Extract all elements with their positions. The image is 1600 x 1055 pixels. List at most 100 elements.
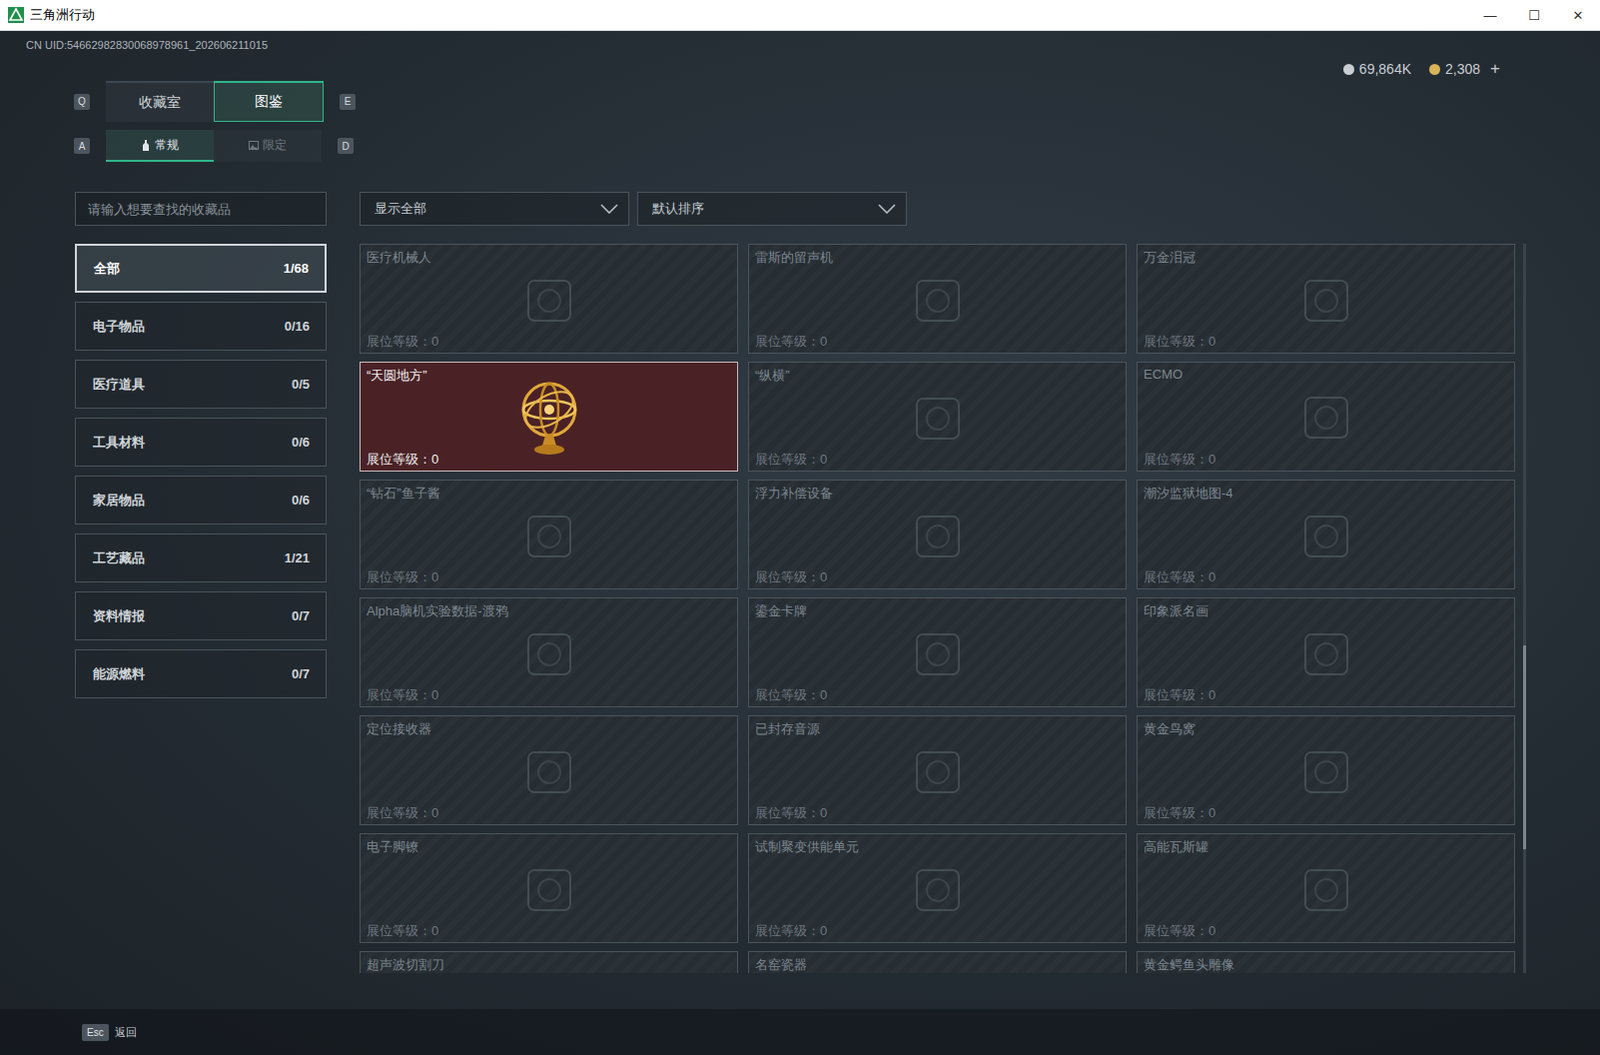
filter-dropdown[interactable]: 显示全部 (359, 191, 630, 226)
display-level: 展位等级：0 (1143, 568, 1509, 587)
back-button[interactable]: 返回 (114, 1024, 137, 1040)
item-silhouette-icon (514, 500, 585, 571)
display-level: 展位等级：0 (755, 921, 1120, 940)
chevron-down-icon (600, 203, 619, 214)
display-level: 展位等级：0 (1143, 332, 1509, 351)
category-item[interactable]: 资料情报0/7 (74, 591, 327, 641)
item-silhouette-icon (902, 264, 973, 335)
category-item[interactable]: 医疗道具0/5 (74, 359, 327, 409)
item-silhouette-icon (902, 382, 973, 453)
key-hint: Q (73, 93, 90, 110)
coin-icon (1429, 63, 1441, 75)
window-control[interactable]: — (1468, 7, 1513, 23)
display-level: 展位等级：0 (755, 686, 1120, 705)
category-item[interactable]: 电子物品0/16 (74, 301, 327, 351)
picture-icon (248, 139, 259, 151)
key-hint: Esc (81, 1023, 109, 1041)
collection-card[interactable]: “钻石”鱼子酱 展位等级：0 (359, 479, 739, 590)
sub-tab[interactable]: 常规 (105, 129, 214, 162)
display-level: 展位等级：0 (1143, 921, 1509, 940)
display-level: 展位等级：0 (366, 450, 732, 469)
collection-card[interactable]: 试制聚变供能单元 展位等级：0 (748, 832, 1127, 943)
window-control[interactable]: ✕ (1556, 7, 1600, 23)
item-silhouette-icon (1291, 500, 1362, 571)
display-level: 展位等级：0 (366, 921, 732, 940)
collection-card[interactable]: 超声波切割刀 (359, 950, 739, 973)
sub-tab[interactable]: 限定 (213, 129, 322, 162)
scrollbar[interactable] (1523, 243, 1527, 973)
item-silhouette-icon (1291, 736, 1362, 806)
category-item[interactable]: 工具材料0/6 (74, 417, 327, 467)
display-level: 展位等级：0 (1143, 803, 1509, 822)
game-area: CN UID:54662982830068978961_202606211015… (0, 30, 1600, 1055)
item-silhouette-icon (514, 736, 585, 806)
filter-dropdown[interactable]: 默认排序 (637, 191, 907, 226)
display-level: 展位等级：0 (366, 568, 732, 587)
window-control[interactable]: ☐ (1512, 7, 1557, 23)
sub-tabs: A 常规限定 D (0, 129, 1600, 162)
collection-card[interactable]: 医疗机械人 展位等级：0 (359, 243, 739, 354)
display-level: 展位等级：0 (1143, 686, 1509, 705)
item-silhouette-icon (902, 500, 973, 571)
item-silhouette-icon (1291, 264, 1362, 335)
display-level: 展位等级：0 (366, 803, 732, 822)
collection-card[interactable]: 潮汐监狱地图-4 展位等级：0 (1136, 479, 1516, 590)
item-silhouette-icon (514, 853, 585, 924)
collection-card[interactable]: 黄金鳄鱼头雕像 (1136, 950, 1516, 973)
collection-card[interactable]: 定位接收器 展位等级：0 (359, 715, 739, 825)
item-silhouette-icon (514, 618, 585, 689)
collection-card[interactable]: 电子脚镣 展位等级：0 (359, 832, 739, 943)
collection-card[interactable]: 万金泪冠 展位等级：0 (1136, 243, 1516, 354)
category-item[interactable]: 能源燃料0/7 (74, 649, 327, 699)
tab[interactable]: 收藏室 (105, 80, 214, 122)
main-tabs: Q 收藏室图鉴 E (0, 80, 1600, 122)
display-level: 展位等级：0 (366, 686, 732, 705)
category-list: 全部1/68 电子物品0/16 医疗道具0/5 工具材料0/6 家居物品0/6 工艺藏品1… (74, 243, 327, 699)
key-hint: D (337, 137, 354, 154)
collection-card[interactable]: 印象派名画 展位等级：0 (1136, 597, 1516, 708)
display-level: 展位等级：0 (366, 332, 732, 351)
display-level: 展位等级：0 (755, 803, 1120, 822)
display-level: 展位等级：0 (1143, 450, 1509, 469)
title-bar: 三角洲行动 —☐✕ (0, 0, 1600, 31)
tab[interactable]: 图鉴 (213, 80, 324, 122)
item-silhouette-icon (902, 618, 973, 689)
collection-card[interactable]: 已封存音源 展位等级：0 (748, 715, 1127, 825)
uid-label: CN UID:54662982830068978961_202606211015 (25, 38, 268, 73)
category-item[interactable]: 工艺藏品1/21 (74, 533, 327, 583)
bottle-icon (140, 139, 151, 151)
collection-grid: 医疗机械人 展位等级：0雷斯的留声机 展位等级：0万金泪冠 展位等级：0 “天圆地… (359, 243, 1516, 973)
collection-card[interactable]: 名窑瓷器 (748, 950, 1127, 973)
window-title: 三角洲行动 (29, 5, 95, 24)
item-silhouette-icon (514, 264, 585, 335)
search-input[interactable] (74, 191, 327, 226)
collection-card[interactable]: “纵横” 展位等级：0 (748, 361, 1127, 472)
collection-card[interactable]: 雷斯的留声机 展位等级：0 (748, 243, 1127, 354)
item-silhouette-icon (902, 853, 973, 924)
currency-item: 69,864K (1343, 60, 1412, 77)
chevron-down-icon (877, 203, 896, 214)
item-silhouette-icon (1291, 618, 1362, 689)
collection-card[interactable]: 高能瓦斯罐 展位等级：0 (1136, 832, 1516, 943)
item-silhouette-icon (902, 736, 973, 806)
collection-card[interactable]: “天圆地方” 展位等级：0 (359, 361, 739, 472)
collection-card[interactable]: 黄金鸟窝 展位等级：0 (1136, 715, 1516, 825)
scrollbar-thumb[interactable] (1523, 645, 1527, 849)
game-window: 三角洲行动 —☐✕ CN UID:54662982830068978961_20… (0, 0, 1600, 1055)
category-item[interactable]: 家居物品0/6 (74, 475, 327, 525)
collection-card[interactable]: Alpha脑机实验数据-渡鸦 展位等级：0 (359, 597, 739, 708)
collection-card[interactable]: 鎏金卡牌 展位等级：0 (748, 597, 1127, 708)
collection-card[interactable]: ECMO 展位等级：0 (1136, 361, 1516, 472)
armillary-sphere-icon (516, 377, 583, 458)
key-hint: E (339, 93, 356, 110)
display-level: 展位等级：0 (755, 568, 1120, 587)
display-level: 展位等级：0 (755, 332, 1120, 351)
currency-item: 2,308 (1429, 60, 1481, 77)
collection-card[interactable]: 浮力补偿设备 展位等级：0 (748, 479, 1127, 590)
item-silhouette-icon (1291, 381, 1362, 452)
add-currency-button[interactable]: + (1490, 58, 1501, 79)
footer-bar: Esc 返回 (0, 1008, 1600, 1055)
category-item[interactable]: 全部1/68 (74, 243, 327, 293)
currency-bar: 69,864K2,308 + (1343, 64, 1501, 73)
item-silhouette-icon (1291, 853, 1362, 924)
